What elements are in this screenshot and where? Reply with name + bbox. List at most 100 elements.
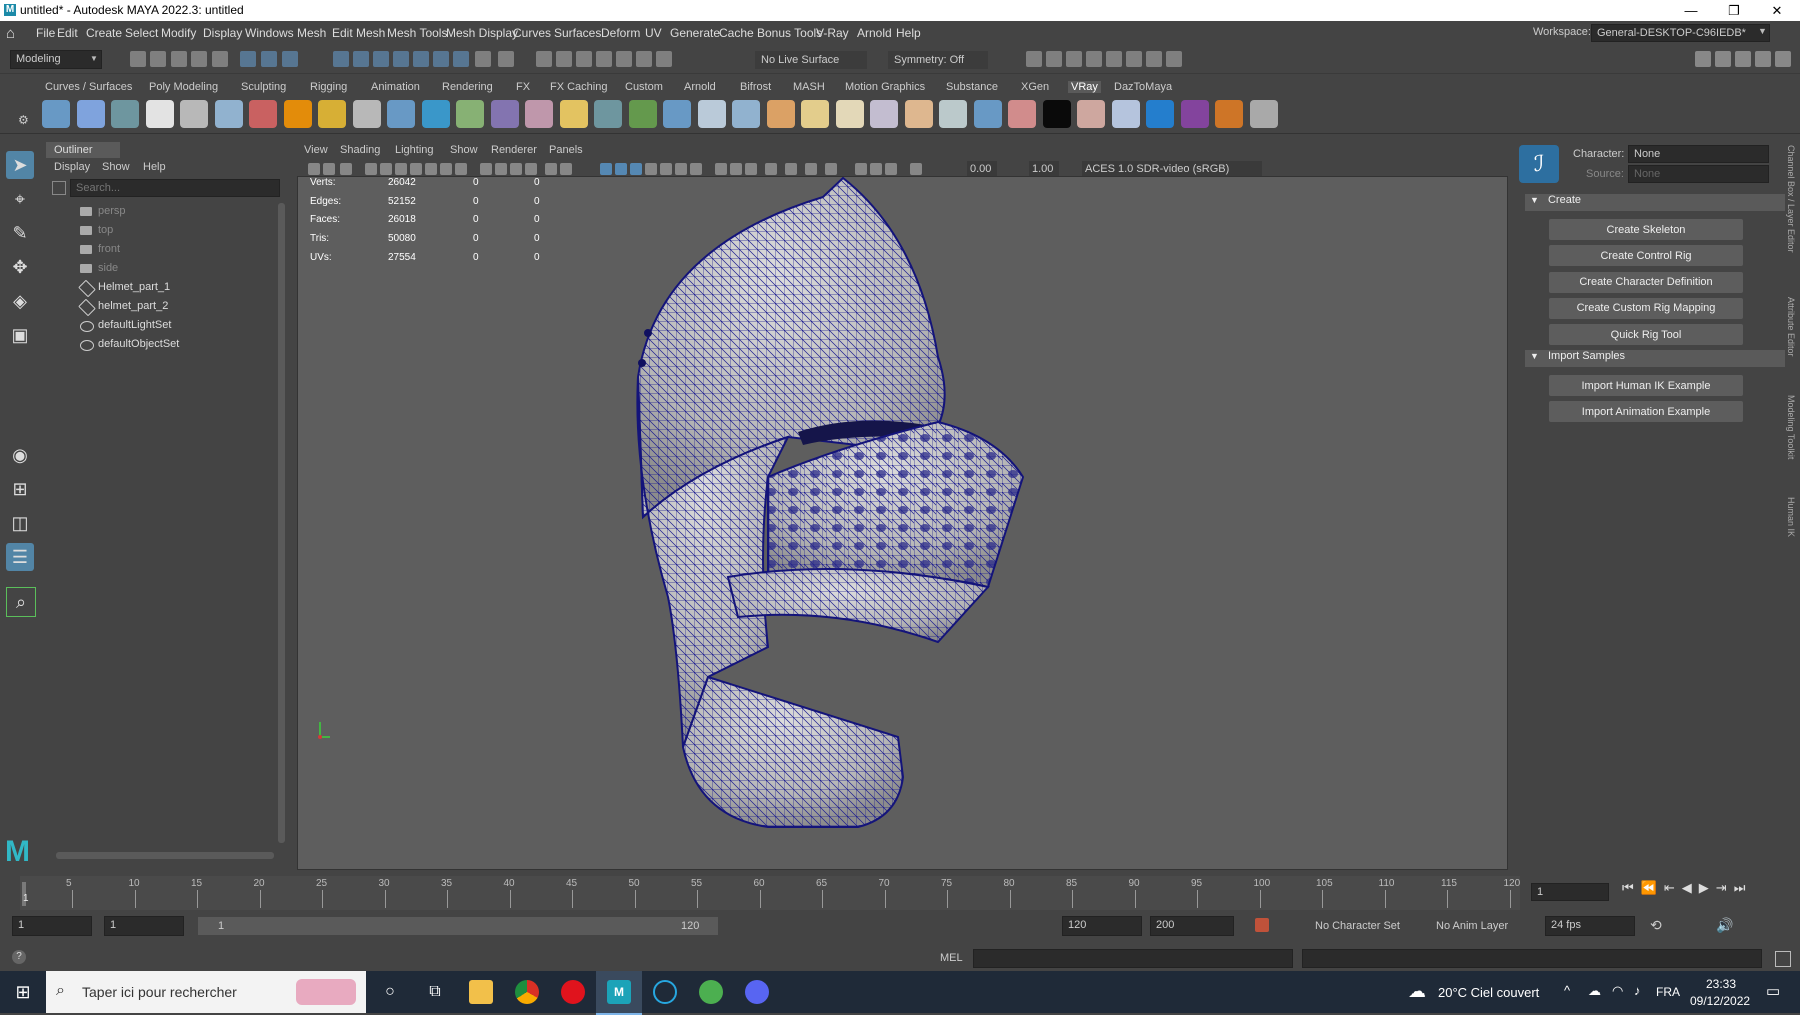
tray-chevron-icon[interactable]: ^ bbox=[1564, 983, 1570, 998]
move-tool-icon[interactable]: ✥ bbox=[6, 253, 34, 281]
taskbar-search[interactable]: ⌕ Taper ici pour rechercher bbox=[46, 971, 366, 1013]
menu-generate[interactable]: Generate bbox=[670, 26, 720, 40]
snap-view-icon[interactable] bbox=[393, 51, 409, 67]
restore-button[interactable]: ❐ bbox=[1711, 0, 1757, 21]
viewport-3d[interactable]: Verts: 26042 0 0 Edges: 52152 0 0 Faces: 26018 0 0 T… bbox=[297, 176, 1508, 870]
viewport-tool-2-icon[interactable] bbox=[323, 163, 335, 175]
viewport-tool-13-icon[interactable] bbox=[510, 163, 522, 175]
menu-help[interactable]: Help bbox=[896, 26, 921, 40]
gamma-field[interactable]: 1.00 bbox=[1029, 161, 1059, 177]
shelf-tool-3-icon[interactable] bbox=[111, 100, 139, 128]
snap-pivot-icon[interactable] bbox=[433, 51, 449, 67]
outliner-item[interactable]: persp bbox=[98, 205, 126, 217]
viewport-tool-25-icon[interactable] bbox=[730, 163, 742, 175]
step-back-key-icon[interactable]: ⏪ bbox=[1641, 880, 1657, 902]
viewport-menu-panels[interactable]: Panels bbox=[549, 144, 583, 156]
side-tab[interactable]: Channel Box / Layer Editor bbox=[1786, 145, 1796, 253]
shelf-tool-33-icon[interactable] bbox=[1146, 100, 1174, 128]
shelf-tool-10-icon[interactable] bbox=[352, 100, 381, 128]
go-to-end-icon[interactable]: ⏭ bbox=[1734, 880, 1746, 902]
viewport-tool-10-icon[interactable] bbox=[455, 163, 467, 175]
side-tab[interactable]: Attribute Editor bbox=[1786, 297, 1796, 357]
shelf-tool-20-icon[interactable] bbox=[697, 100, 726, 128]
lasso-select-icon[interactable] bbox=[636, 51, 652, 67]
shelf-tool-19-icon[interactable] bbox=[663, 100, 691, 128]
viewport-menu-lighting[interactable]: Lighting bbox=[395, 144, 434, 156]
snap-point-icon[interactable] bbox=[373, 51, 389, 67]
search-icon[interactable]: ⌕ bbox=[6, 587, 36, 617]
shelf-tool-32-icon[interactable] bbox=[1111, 100, 1140, 128]
shelf-tool-24-icon[interactable] bbox=[835, 100, 864, 128]
lasso-tool-icon[interactable]: ⌖ bbox=[6, 185, 34, 213]
magnet-icon[interactable] bbox=[498, 51, 514, 67]
shelf-tool-17-icon[interactable] bbox=[594, 100, 622, 128]
shelf-tool-4-icon[interactable] bbox=[145, 100, 174, 128]
shelf-tool-12-icon[interactable] bbox=[421, 100, 450, 128]
viewport-tool-29-icon[interactable] bbox=[805, 163, 817, 175]
shelf-tool-18-icon[interactable] bbox=[628, 100, 657, 128]
command-language-label[interactable]: MEL bbox=[940, 952, 963, 964]
lock-icon[interactable] bbox=[475, 51, 491, 67]
close-button[interactable]: ✕ bbox=[1754, 0, 1800, 21]
select-hierarchy-icon[interactable] bbox=[240, 51, 256, 67]
outliner-item[interactable]: front bbox=[98, 243, 120, 255]
exposure-field[interactable]: 0.00 bbox=[967, 161, 997, 177]
shelf-tab-fx[interactable]: FX bbox=[516, 81, 530, 93]
shelf-tool-1-icon[interactable] bbox=[42, 100, 70, 128]
current-frame-field[interactable]: 1 bbox=[1531, 883, 1609, 901]
discord-icon[interactable] bbox=[734, 971, 780, 1013]
viewport-tool-12-icon[interactable] bbox=[495, 163, 507, 175]
viewport-tool-34-icon[interactable] bbox=[910, 163, 922, 175]
range-slider[interactable]: 1 120 bbox=[198, 917, 718, 935]
shelf-tool-23-icon[interactable] bbox=[801, 100, 829, 128]
shelf-tab-fx-caching[interactable]: FX Caching bbox=[550, 81, 607, 93]
viewport-tool-4-icon[interactable] bbox=[365, 163, 377, 175]
wifi-icon[interactable]: ◠ bbox=[1612, 983, 1623, 999]
snap-curve-icon[interactable] bbox=[353, 51, 369, 67]
file-explorer-icon[interactable] bbox=[458, 971, 504, 1013]
viewport-tool-33-icon[interactable] bbox=[885, 163, 897, 175]
viewport-tool-27-icon[interactable] bbox=[765, 163, 777, 175]
outliner-item[interactable]: Helmet_part_1 bbox=[98, 281, 170, 293]
help-icon[interactable]: ? bbox=[12, 950, 26, 964]
scene-start-field[interactable]: 1 bbox=[12, 916, 92, 936]
shelf-tool-29-icon[interactable] bbox=[1008, 100, 1036, 128]
shelf-tool-21-icon[interactable] bbox=[732, 100, 760, 128]
task-view-icon[interactable]: ⧉ bbox=[412, 971, 458, 1013]
minimize-button[interactable]: — bbox=[1668, 0, 1714, 21]
maya-taskbar-icon[interactable]: M bbox=[596, 971, 642, 1015]
menu-arnold[interactable]: Arnold bbox=[857, 26, 892, 40]
sound-icon[interactable]: 🔊 bbox=[1716, 917, 1733, 934]
shelf-tool-26-icon[interactable] bbox=[904, 100, 933, 128]
viewport-tool-3-icon[interactable] bbox=[340, 163, 352, 175]
history-icon[interactable] bbox=[536, 51, 552, 67]
outliner-hscrollbar[interactable] bbox=[56, 852, 274, 859]
shelf-tool-2-icon[interactable] bbox=[76, 100, 105, 128]
shelf-tool-5-icon[interactable] bbox=[180, 100, 208, 128]
menu-cache[interactable]: Cache bbox=[719, 26, 754, 40]
save-scene-icon[interactable] bbox=[171, 51, 187, 67]
live-surface-field[interactable]: No Live Surface bbox=[755, 51, 867, 69]
shelf-tool-11-icon[interactable] bbox=[387, 100, 415, 128]
menu-select[interactable]: Select bbox=[125, 26, 158, 40]
shelf-tool-25-icon[interactable] bbox=[870, 100, 898, 128]
character-set-select[interactable]: No Character Set bbox=[1315, 920, 1400, 932]
scale-tool-icon[interactable]: ▣ bbox=[6, 321, 34, 349]
select-component-icon[interactable] bbox=[282, 51, 298, 67]
shelf-tool-8-icon[interactable] bbox=[283, 100, 312, 128]
shelf-tool-14-icon[interactable] bbox=[490, 100, 519, 128]
viewport-tool-11-icon[interactable] bbox=[480, 163, 492, 175]
viewport-tool-31-icon[interactable] bbox=[855, 163, 867, 175]
paint-select-icon[interactable]: ✎ bbox=[6, 219, 34, 247]
menu-display[interactable]: Display bbox=[203, 26, 242, 40]
outliner-item[interactable]: defaultLightSet bbox=[98, 319, 171, 331]
menu-mesh-display[interactable]: Mesh Display bbox=[446, 26, 518, 40]
outliner-item[interactable]: defaultObjectSet bbox=[98, 338, 179, 350]
snap-live-icon[interactable] bbox=[453, 51, 469, 67]
input-icon[interactable] bbox=[576, 51, 592, 67]
opera-icon[interactable] bbox=[550, 971, 596, 1013]
shelf-tool-9-icon[interactable] bbox=[318, 100, 346, 128]
anim-layer-select[interactable]: No Anim Layer bbox=[1436, 920, 1508, 932]
viewport-menu-view[interactable]: View bbox=[304, 144, 328, 156]
home-icon[interactable]: ⌂ bbox=[6, 25, 15, 42]
